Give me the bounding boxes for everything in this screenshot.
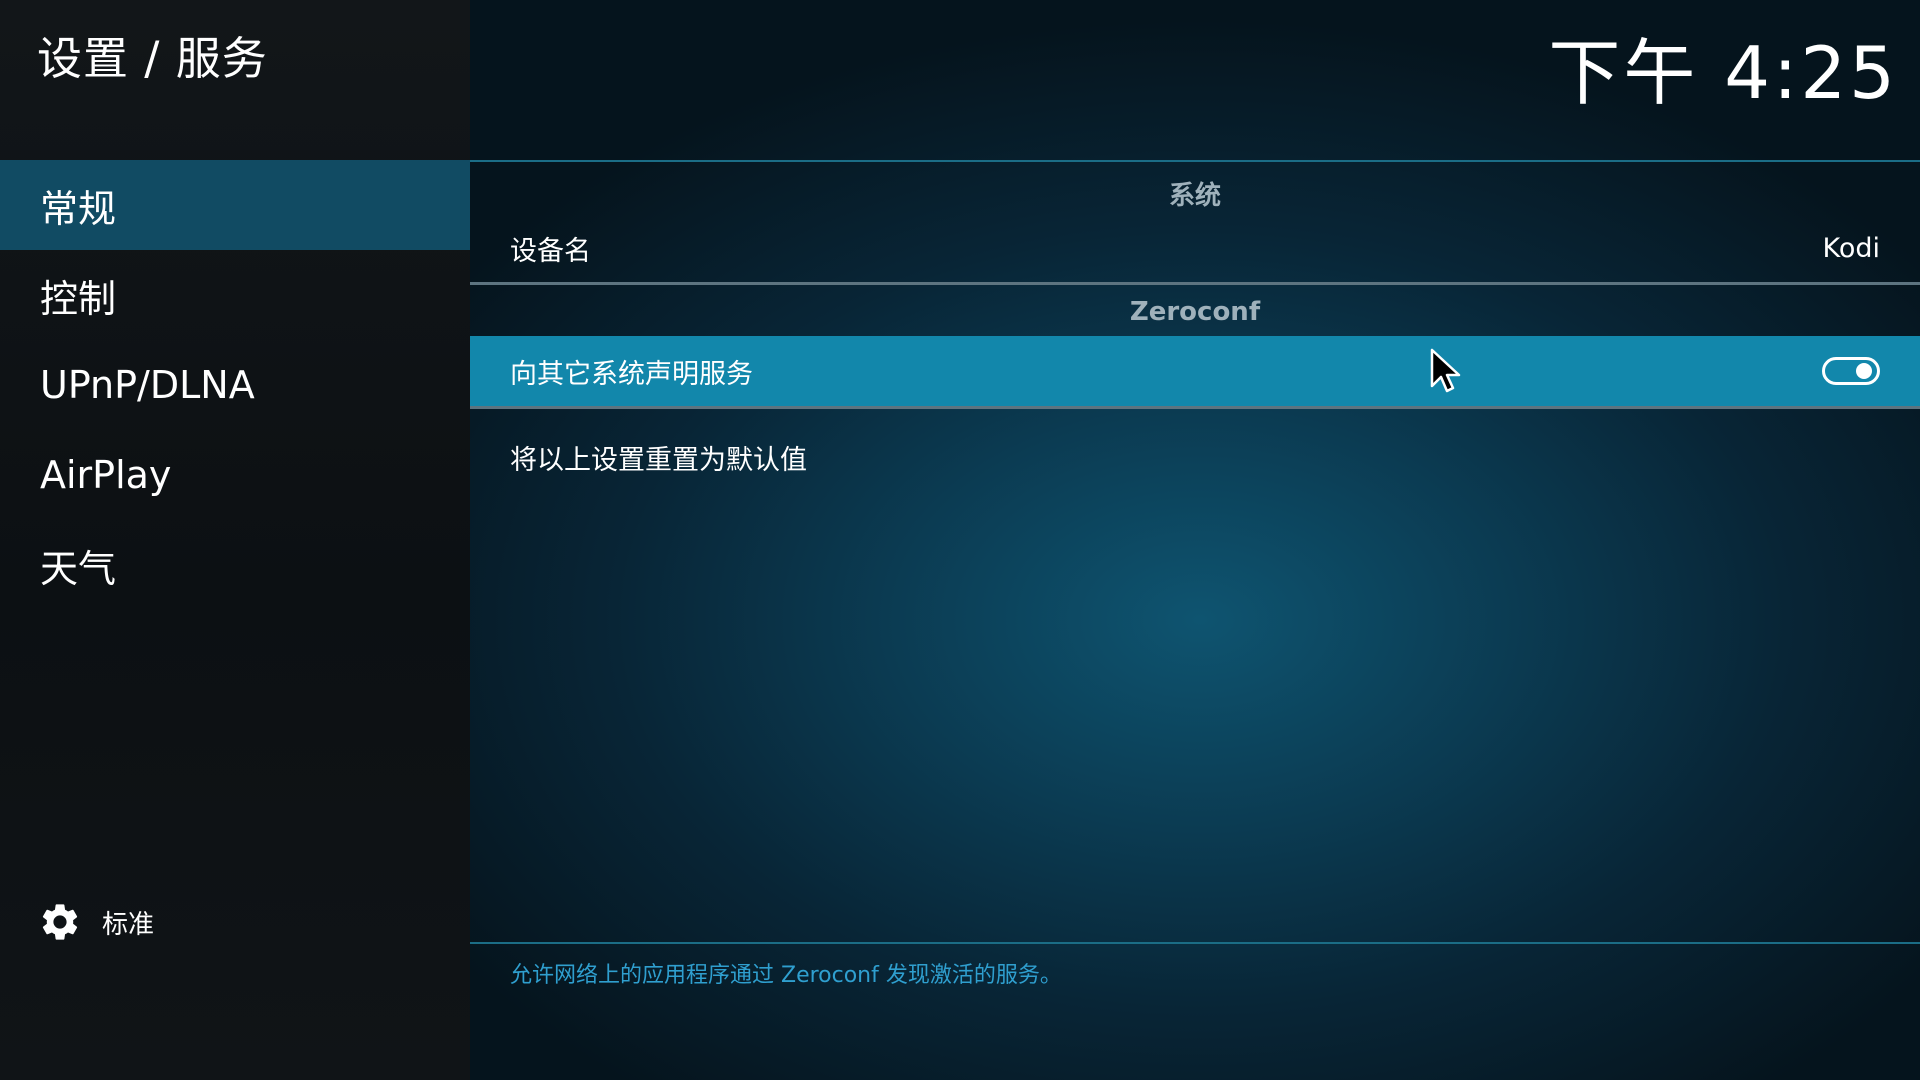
announce-services-toggle[interactable] [1822, 357, 1880, 385]
divider [470, 160, 1920, 162]
reset-label: 将以上设置重置为默认值 [510, 444, 807, 476]
sidebar: 设置 / 服务 常规 控制 UPnP/DLNA AirPlay 天气 标准 [0, 0, 470, 1080]
divider [470, 282, 1920, 285]
setting-value: Kodi [1822, 232, 1880, 264]
settings-content: 系统 设备名 Kodi Zeroconf 向其它系统声明服务 将以上设置重置为默… [470, 160, 1920, 1080]
sidebar-item-label: 控制 [40, 276, 117, 321]
setting-description: 允许网络上的应用程序通过 Zeroconf 发现激活的服务。 [510, 963, 1062, 988]
group-header-zeroconf: Zeroconf [1129, 297, 1261, 327]
sidebar-item-label: UPnP/DLNA [40, 363, 255, 407]
clock: 下午 4:25 [1548, 31, 1898, 115]
reset-settings-button[interactable]: 将以上设置重置为默认值 [470, 412, 1920, 502]
group-header-system: 系统 [1168, 181, 1221, 211]
sidebar-item-label: AirPlay [40, 453, 172, 497]
sidebar-item-general[interactable]: 常规 [0, 160, 470, 250]
settings-level-label: 标准 [102, 909, 155, 940]
settings-screen: 设置 / 服务 常规 控制 UPnP/DLNA AirPlay 天气 标准 下午… [0, 0, 1920, 1080]
setting-device-name[interactable]: 设备名 Kodi [470, 213, 1920, 283]
sidebar-item-control[interactable]: 控制 [0, 250, 470, 340]
divider [470, 406, 1920, 409]
toggle-knob [1856, 363, 1872, 379]
setting-label: 向其它系统声明服务 [510, 358, 753, 390]
sidebar-item-label: 天气 [40, 546, 117, 591]
sidebar-item-airplay[interactable]: AirPlay [0, 430, 470, 520]
mouse-cursor-icon [1430, 348, 1461, 393]
gear-icon [42, 904, 78, 940]
sidebar-item-label: 常规 [40, 186, 117, 231]
divider [470, 942, 1920, 944]
settings-level-button[interactable]: 标准 [38, 900, 154, 944]
setting-announce-services[interactable]: 向其它系统声明服务 [470, 336, 1920, 406]
setting-label: 设备名 [510, 235, 591, 267]
sidebar-item-upnp-dlna[interactable]: UPnP/DLNA [0, 340, 470, 430]
sidebar-item-weather[interactable]: 天气 [0, 520, 470, 610]
page-title: 设置 / 服务 [37, 32, 268, 85]
